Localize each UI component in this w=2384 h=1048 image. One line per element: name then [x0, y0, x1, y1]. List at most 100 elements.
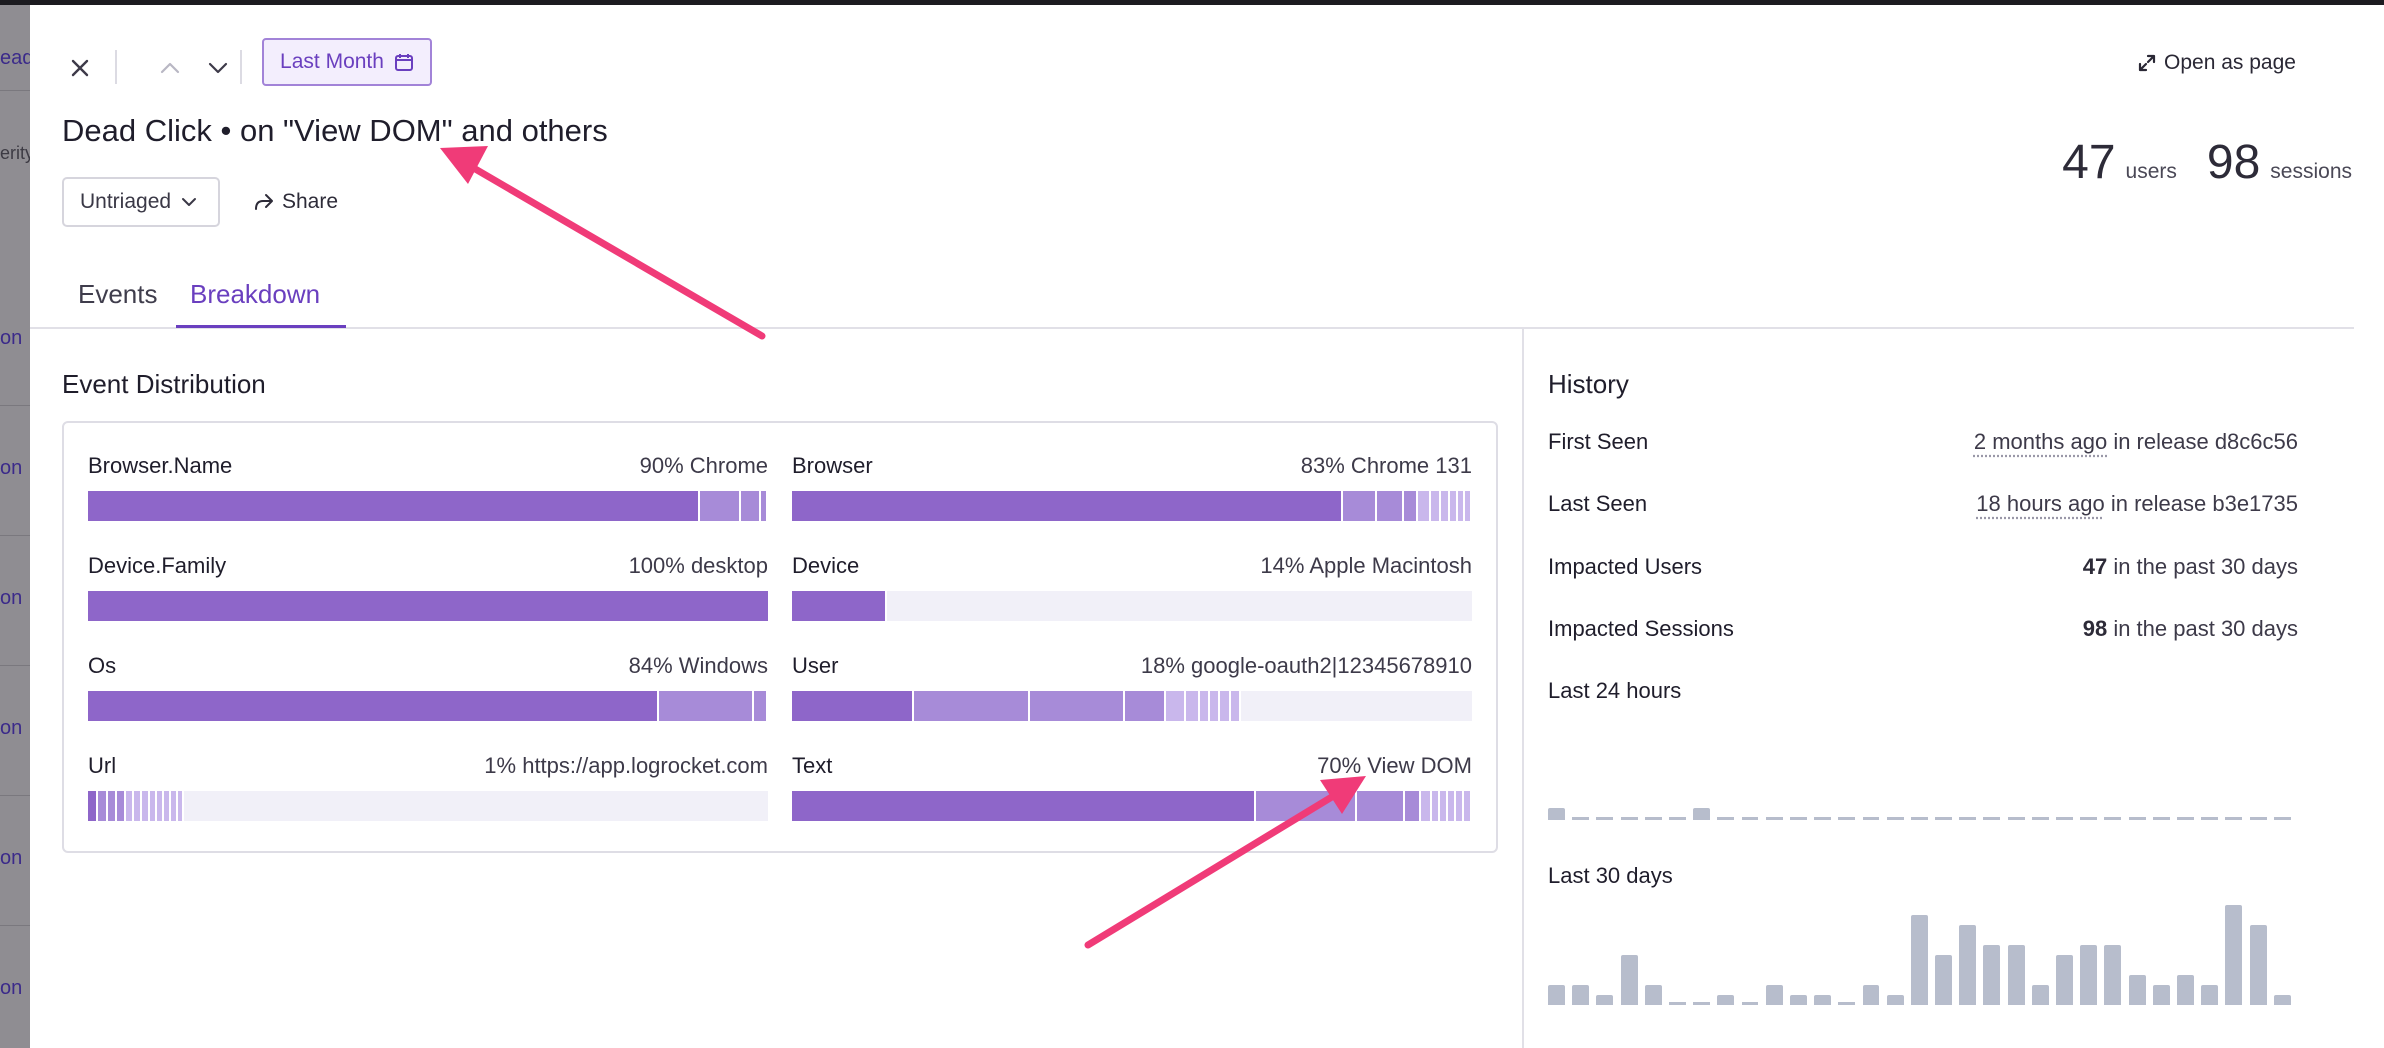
distribution-segment[interactable]: [761, 491, 768, 521]
sparkline-bar: [1814, 995, 1832, 1005]
distribution-segment[interactable]: [1455, 791, 1464, 821]
distribution-segment[interactable]: [1220, 691, 1231, 721]
distribution-cell-browser-name[interactable]: Browser.Name 90% Chrome: [88, 453, 768, 543]
distribution-segment[interactable]: [170, 791, 178, 821]
distribution-segment[interactable]: [914, 691, 1030, 721]
distribution-segment[interactable]: [792, 791, 1257, 821]
distribution-segment[interactable]: [157, 791, 165, 821]
distribution-segment[interactable]: [1230, 691, 1241, 721]
impacted-users-suffix: in the past 30 days: [2113, 554, 2298, 579]
share-button[interactable]: Share: [254, 190, 338, 214]
distribution-segment[interactable]: [1165, 691, 1187, 721]
distribution-segment[interactable]: [1465, 491, 1472, 521]
distribution-segment[interactable]: [754, 691, 768, 721]
distribution-segment[interactable]: [117, 791, 127, 821]
distribution-segment[interactable]: [1447, 791, 1456, 821]
distribution-segment[interactable]: [792, 591, 888, 621]
distribution-segment[interactable]: [108, 791, 118, 821]
distribution-segment[interactable]: [1376, 491, 1404, 521]
distribution-cell-text[interactable]: Text 70% View DOM: [792, 753, 1472, 843]
date-range-label: Last Month: [280, 50, 384, 73]
close-button[interactable]: [60, 48, 100, 88]
distribution-segment[interactable]: [792, 691, 915, 721]
distribution-segment[interactable]: [700, 491, 741, 521]
distribution-cell-device-family[interactable]: Device.Family 100% desktop: [88, 553, 768, 643]
tab-events[interactable]: Events: [78, 279, 158, 310]
distribution-segment[interactable]: [1256, 791, 1358, 821]
distribution-segment[interactable]: [98, 791, 109, 821]
last-seen-time[interactable]: 18 hours ago: [1976, 491, 2104, 516]
date-range-button[interactable]: Last Month: [262, 38, 432, 86]
distribution-segment[interactable]: [1431, 491, 1442, 521]
distribution-segment[interactable]: [1450, 491, 1459, 521]
impact-stats: 47 users 98 sessions: [2062, 135, 2352, 190]
distribution-segment[interactable]: [88, 791, 99, 821]
distribution-segment[interactable]: [88, 691, 660, 721]
impacted-sessions-suffix: in the past 30 days: [2113, 616, 2298, 641]
distribution-segment[interactable]: [164, 791, 171, 821]
distribution-segment[interactable]: [134, 791, 143, 821]
distribution-segment[interactable]: [88, 591, 768, 621]
next-issue-button[interactable]: [198, 48, 238, 88]
open-as-page-button[interactable]: Open as page: [2138, 51, 2296, 75]
distribution-segment[interactable]: [1421, 791, 1432, 821]
distribution-segment[interactable]: [142, 791, 150, 821]
distribution-segment[interactable]: [1342, 491, 1377, 521]
status-dropdown[interactable]: Untriaged: [62, 177, 220, 227]
distribution-segment[interactable]: [740, 491, 762, 521]
distribution-segment[interactable]: [659, 691, 755, 721]
tab-breakdown[interactable]: Breakdown: [190, 279, 320, 310]
last-30-days-sparkline[interactable]: [1548, 905, 2298, 1005]
distribution-segment[interactable]: [1199, 691, 1211, 721]
distribution-segment[interactable]: [792, 491, 1343, 521]
impacted-users-label: Impacted Users: [1548, 554, 1703, 579]
toolbar-divider: [240, 50, 242, 84]
distribution-segment[interactable]: [177, 791, 185, 821]
distribution-segment[interactable]: [1357, 791, 1405, 821]
sparkline-empty-mark: [2056, 817, 2073, 820]
history-last24: Last 24 hours: [1548, 678, 2298, 708]
sparkline-bar: [2152, 985, 2170, 1005]
sparkline-empty-mark: [1886, 817, 1904, 820]
background-divider: [0, 925, 30, 926]
calendar-icon: [394, 54, 413, 71]
distribution-segment[interactable]: [88, 491, 700, 521]
first-seen-time[interactable]: 2 months ago: [1974, 429, 2107, 454]
distribution-bar: [88, 691, 768, 721]
distribution-segment[interactable]: [1431, 791, 1440, 821]
distribution-segment[interactable]: [1417, 491, 1432, 521]
distribution-value: 100% desktop: [628, 553, 768, 578]
distribution-segment[interactable]: [1125, 691, 1166, 721]
last-24-hours-sparkline[interactable]: [1548, 800, 2298, 820]
distribution-cell-browser[interactable]: Browser 83% Chrome 131: [792, 453, 1472, 543]
sparkline-bar: [2273, 995, 2291, 1005]
distribution-segment[interactable]: [1441, 491, 1451, 521]
sparkline-empty-mark: [1620, 817, 1638, 820]
distribution-segment[interactable]: [1210, 691, 1221, 721]
distribution-cell-user[interactable]: User 18% google-oauth2|12345678910: [792, 653, 1472, 743]
distribution-value: 90% Chrome: [639, 453, 768, 478]
sessions-label: sessions: [2270, 160, 2352, 183]
distribution-segment[interactable]: [149, 791, 158, 821]
distribution-cell-device[interactable]: Device 14% Apple Macintosh: [792, 553, 1472, 643]
background-divider: [0, 535, 30, 536]
distribution-segment[interactable]: [1404, 791, 1422, 821]
distribution-segment[interactable]: [1029, 691, 1126, 721]
distribution-segment[interactable]: [1403, 491, 1418, 521]
background-divider: [0, 405, 30, 406]
distribution-cell-os[interactable]: Os 84% Windows: [88, 653, 768, 743]
distribution-bar: [88, 591, 768, 621]
sparkline-empty-mark: [2201, 817, 2219, 820]
distribution-segment[interactable]: [1439, 791, 1448, 821]
distribution-segment[interactable]: [1458, 491, 1466, 521]
sparkline-bar: [2201, 985, 2219, 1005]
sparkline-bar: [1644, 985, 1662, 1005]
sparkline-bar: [1935, 955, 1953, 1005]
sparkline-empty-mark: [1572, 817, 1590, 820]
distribution-cell-url[interactable]: Url 1% https://app.logrocket.com: [88, 753, 768, 843]
distribution-segment[interactable]: [1463, 791, 1472, 821]
distribution-segment[interactable]: [1186, 691, 1200, 721]
distribution-segment[interactable]: [126, 791, 135, 821]
sparkline-empty-mark: [1935, 817, 1953, 820]
previous-issue-button[interactable]: [150, 48, 190, 88]
